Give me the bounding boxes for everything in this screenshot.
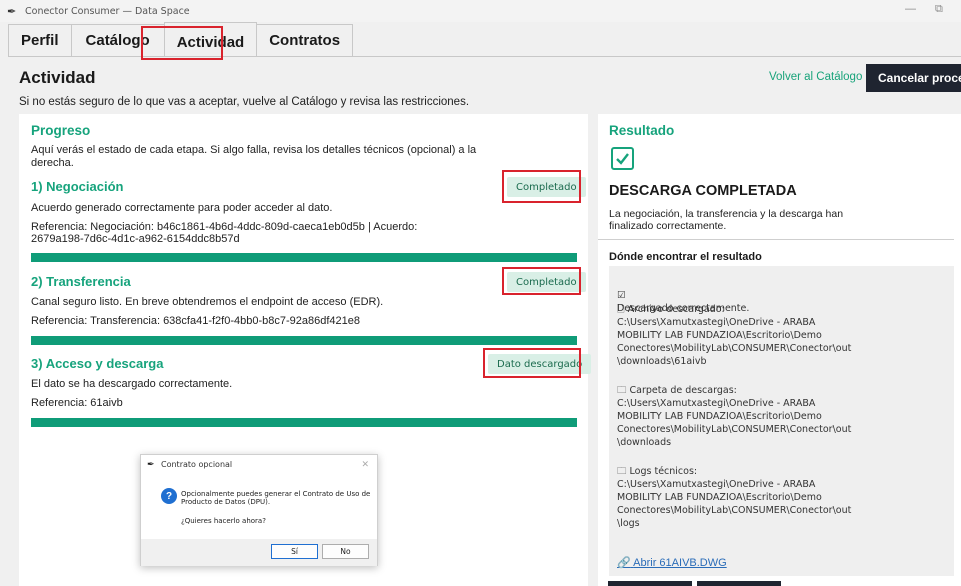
back-to-catalog-link[interactable]: Volver al Catálogo (769, 71, 862, 83)
tab-contratos[interactable]: Contratos (256, 24, 354, 56)
link-icon: 🔗 (617, 557, 631, 569)
file-icon: 🗋 (617, 304, 628, 315)
progress-bar (31, 253, 577, 262)
step-transferencia-desc: Canal seguro listo. En breve obtendremos… (31, 296, 384, 308)
where-title: Dónde encontrar el resultado (609, 251, 762, 263)
step-negociacion-ref-2: 2679a198-7d6c-4d1c-a962-6154ddc8b57d (31, 233, 240, 245)
dialog-body (141, 477, 377, 539)
question-icon: ? (161, 488, 177, 504)
page-title: Actividad (19, 68, 96, 87)
no-button[interactable]: No (322, 544, 369, 559)
step-acceso-title: 3) Acceso y descarga (31, 356, 164, 371)
step-negociacion-desc: Acuerdo generado correctamente para pode… (31, 202, 333, 214)
yes-button[interactable]: Sí (271, 544, 318, 559)
window-titlebar: ✒ Conector Consumer — Data Space — ⧉ (0, 0, 961, 22)
step-negociacion-title: 1) Negociación (31, 179, 124, 194)
dialog-question: ¿Quieres hacerlo ahora? (181, 517, 266, 525)
divider (598, 239, 954, 240)
open-file-link[interactable]: 🔗 Abrir 61AIVB.DWG (617, 556, 727, 569)
progress-bar (31, 418, 577, 427)
folder-icon: 🗀 (617, 385, 630, 396)
check-square-icon (611, 147, 634, 170)
step-transferencia-title: 2) Transferencia (31, 274, 131, 289)
highlight-box (502, 267, 581, 295)
cancel-process-button[interactable]: Cancelar proceso (866, 64, 961, 92)
progress-intro-line1: Aquí verás el estado de cada etapa. Si a… (31, 144, 477, 156)
step-acceso-ref: Referencia: 61aivb (31, 397, 123, 409)
dialog-message: Opcionalmente puedes generar el Contrato… (181, 490, 371, 506)
dialog-title: Contrato opcional (161, 460, 233, 469)
highlight-box (141, 26, 223, 60)
page-subtitle: Si no estás seguro de lo que vas a acept… (19, 96, 470, 108)
action-button[interactable] (608, 581, 692, 586)
result-headline: DESCARGA COMPLETADA (609, 183, 797, 199)
minimize-icon[interactable]: — (905, 3, 916, 15)
result-summary-line2: finalizado correctamente. (609, 220, 727, 232)
window-title: Conector Consumer — Data Space (25, 5, 190, 17)
progress-intro-line2: derecha. (31, 157, 74, 169)
tab-perfil[interactable]: Perfil (8, 24, 72, 56)
highlight-box (502, 170, 581, 203)
step-transferencia-ref: Referencia: Transferencia: 638cfa41-f2f0… (31, 315, 361, 327)
file-item: 🗋 Archivo descargado: C:\Users\Xamutxast… (617, 304, 852, 367)
result-title: Resultado (609, 123, 675, 138)
action-button[interactable] (697, 581, 781, 586)
feather-icon: ✒ (7, 5, 17, 18)
restore-icon[interactable]: ⧉ (935, 3, 943, 16)
step-acceso-desc: El dato se ha descargado correctamente. (31, 378, 233, 390)
folder-icon: 🗀 (617, 466, 630, 477)
logs-item: 🗀 Logs técnicos: C:\Users\Xamutxastegi\O… (617, 466, 852, 529)
optional-contract-dialog: ✒ Contrato opcional ✕ ? Opcionalmente pu… (140, 454, 378, 566)
highlight-box (483, 348, 581, 378)
progress-title: Progreso (31, 123, 91, 138)
progress-bar (31, 336, 577, 345)
close-icon[interactable]: ✕ (361, 459, 369, 470)
checkbox-icon: ☑ (617, 290, 626, 301)
feather-icon: ✒ (147, 459, 155, 469)
folder-item: 🗀 Carpeta de descargas: C:\Users\Xamutxa… (617, 385, 852, 448)
